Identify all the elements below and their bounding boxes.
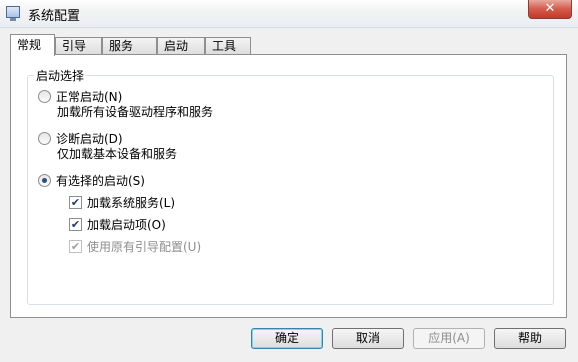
radio-button[interactable] (38, 90, 51, 103)
checkbox-load-system-services[interactable]: ✔ 加载系统服务(L) (69, 194, 175, 211)
radio-selective-startup[interactable]: 有选择的启动(S) (38, 172, 145, 189)
checkbox-load-startup-items[interactable]: ✔ 加载启动项(O) (69, 216, 166, 233)
cancel-button[interactable]: 取消 (332, 328, 404, 349)
checkbox: ✔ (69, 240, 82, 253)
radio-button[interactable] (38, 174, 51, 187)
checkbox-label: 使用原有引导配置(U) (87, 240, 202, 254)
checkbox-label: 加载启动项(O) (87, 218, 166, 232)
apply-button: 应用(A) (413, 328, 485, 349)
checkbox[interactable]: ✔ (69, 218, 82, 231)
msconfig-icon (6, 6, 20, 21)
close-button[interactable]: ✕ (528, 0, 572, 19)
title-bar: 系统配置 ✕ (0, 0, 578, 28)
tab-boot[interactable]: 引导 (55, 37, 102, 55)
radio-label: 有选择的启动(S) (56, 174, 145, 188)
tab-services[interactable]: 服务 (102, 37, 157, 55)
tab-general[interactable]: 常规 (10, 34, 55, 56)
option-description: 加载所有设备驱动程序和服务 (57, 105, 214, 119)
checkbox-use-original-boot-config: ✔ 使用原有引导配置(U) (69, 238, 201, 255)
tab-panel-general: 启动选择 正常启动(N) 加载所有设备驱动程序和服务 诊断启动(D) 仅加载基本… (10, 54, 567, 318)
ok-button[interactable]: 确定 (251, 328, 323, 349)
radio-button[interactable] (38, 132, 51, 145)
window-title: 系统配置 (28, 9, 81, 24)
checkbox[interactable]: ✔ (69, 196, 82, 209)
tab-tools[interactable]: 工具 (205, 37, 251, 55)
group-title: 启动选择 (34, 67, 87, 84)
help-button[interactable]: 帮助 (494, 328, 566, 349)
checkbox-label: 加载系统服务(L) (87, 196, 176, 210)
tab-startup[interactable]: 启动 (157, 37, 205, 55)
option-description: 仅加载基本设备和服务 (57, 147, 178, 161)
